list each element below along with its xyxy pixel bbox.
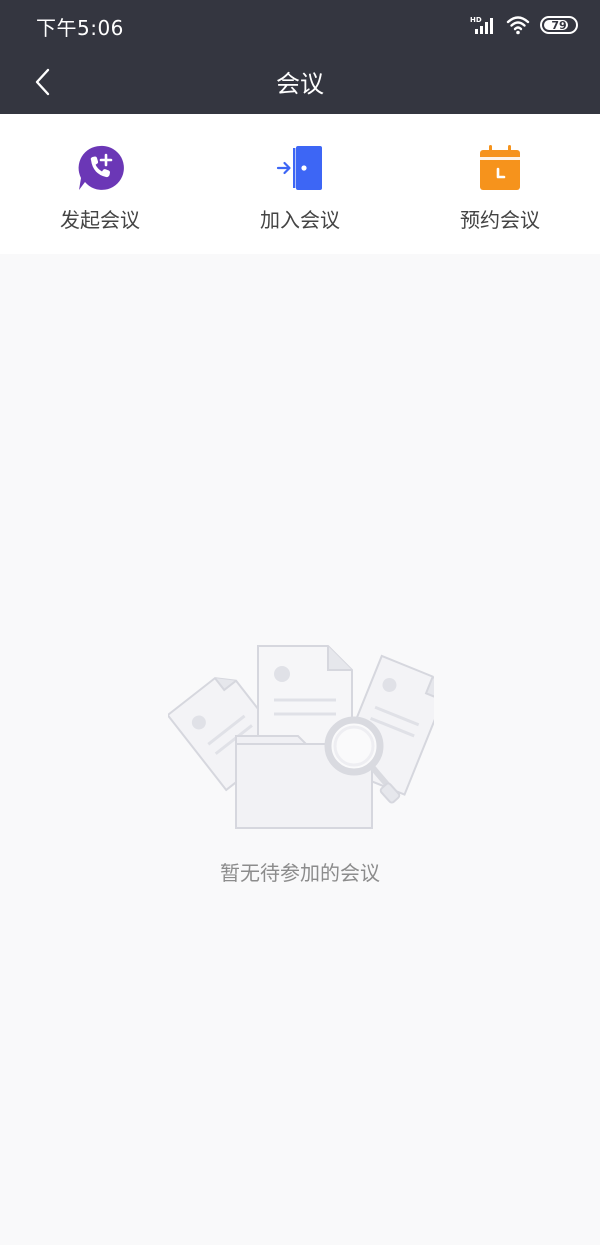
- status-indicators: HD 79: [470, 12, 578, 38]
- join-meeting-button[interactable]: 加入会议: [200, 114, 400, 254]
- network-type: HD: [470, 16, 482, 24]
- join-meeting-label: 加入会议: [260, 208, 340, 232]
- schedule-meeting-button[interactable]: 预约会议: [400, 114, 600, 254]
- folder-documents-search-icon: [168, 645, 434, 829]
- meeting-actions: 发起会议 加入会议 预约会议: [0, 114, 600, 254]
- status-time: 下午5:06: [36, 16, 124, 40]
- signal-icon: HD: [470, 16, 493, 34]
- calendar-clock-icon: [480, 145, 520, 190]
- empty-state-message: 暂无待参加的会议: [220, 861, 380, 885]
- status-bar: 下午5:06 HD 79: [0, 0, 600, 50]
- start-meeting-button[interactable]: 发起会议: [0, 114, 200, 254]
- battery-icon: 79: [540, 16, 578, 34]
- door-enter-icon: [276, 146, 322, 190]
- battery-level: 79: [551, 18, 567, 32]
- phone-plus-icon: [78, 145, 124, 190]
- page-title: 会议: [276, 70, 324, 98]
- nav-bar: 会议: [0, 50, 600, 114]
- start-meeting-label: 发起会议: [60, 208, 140, 232]
- schedule-meeting-label: 预约会议: [460, 208, 540, 232]
- wifi-icon: [506, 16, 530, 35]
- meeting-list-empty: 暂无待参加的会议: [0, 254, 600, 1245]
